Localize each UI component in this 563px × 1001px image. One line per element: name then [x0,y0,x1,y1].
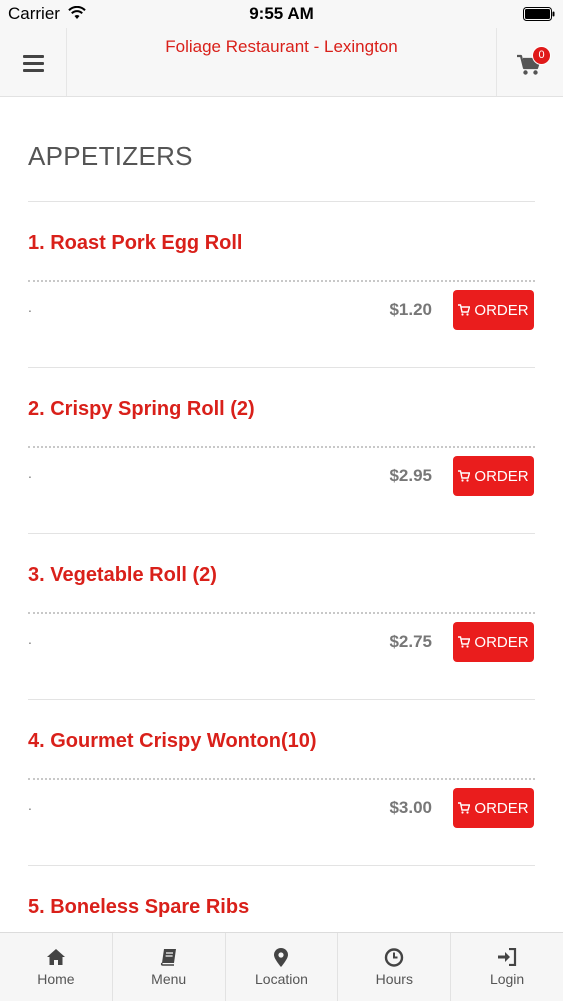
item-price: $3.00 [389,798,432,817]
login-icon [498,948,517,966]
section-title: APPETIZERS [28,141,193,171]
restaurant-title: Foliage Restaurant - Lexington [165,37,398,56]
item-price: $1.20 [389,300,432,319]
hamburger-menu-button[interactable] [0,28,67,96]
menu-item: 2. Crispy Spring Roll (2) . $2.95 ORDER [28,368,535,534]
menu-item: 3. Vegetable Roll (2) . $2.75 ORDER [28,534,535,700]
order-button[interactable]: ORDER [453,788,534,828]
nav-label: Menu [151,971,187,987]
item-description: . [28,797,32,813]
home-icon [46,949,65,965]
dotted-divider [28,612,535,614]
nav-login[interactable]: Login [451,933,563,1001]
nav-label: Hours [375,971,413,987]
order-button[interactable]: ORDER [453,622,534,662]
dotted-divider [28,446,535,448]
cart-icon [458,470,471,482]
cart-icon [458,636,471,648]
item-name[interactable]: 5. Boneless Spare Ribs [28,896,249,919]
item-name[interactable]: 2. Crispy Spring Roll (2) [28,398,255,421]
status-bar: Carrier 9:55 AM [0,0,563,28]
nav-menu[interactable]: Menu [113,933,226,1001]
hamburger-line-icon [23,62,44,65]
cart-icon [458,802,471,814]
cart-button[interactable]: 0 [496,28,563,96]
cart-count-badge: 0 [532,46,551,65]
item-price: $2.75 [389,632,432,651]
app-header: Foliage Restaurant - Lexington 0 [0,28,563,97]
order-label: ORDER [474,799,529,817]
dotted-divider [28,778,535,780]
menu-item: 5. Boneless Spare Ribs [28,866,535,932]
dotted-divider [28,280,535,282]
item-description: . [28,465,32,481]
clock-icon [385,948,404,967]
nav-home[interactable]: Home [0,933,113,1001]
item-price: $2.95 [389,466,432,485]
menu-item: 4. Gourmet Crispy Wonton(10) . $3.00 ORD… [28,700,535,866]
order-button[interactable]: ORDER [453,456,534,496]
nav-label: Home [37,971,75,987]
bottom-nav: Home Menu Location Hours Login [0,932,563,1001]
menu-content[interactable]: APPETIZERS 1. Roast Pork Egg Roll . $1.2… [0,97,563,932]
nav-location[interactable]: Location [226,933,339,1001]
nav-label: Location [255,971,308,987]
book-icon [160,949,176,966]
item-description: . [28,631,32,647]
cart-icon [458,304,471,316]
item-name[interactable]: 4. Gourmet Crispy Wonton(10) [28,730,317,753]
item-name[interactable]: 3. Vegetable Roll (2) [28,564,217,587]
item-description: . [28,299,32,315]
hamburger-line-icon [23,69,44,72]
hamburger-line-icon [23,55,44,58]
map-marker-icon [274,948,289,967]
menu-item: 1. Roast Pork Egg Roll . $1.20 ORDER [28,202,535,368]
status-time: 9:55 AM [249,4,314,23]
order-label: ORDER [474,467,529,485]
item-name[interactable]: 1. Roast Pork Egg Roll [28,232,242,255]
nav-hours[interactable]: Hours [338,933,452,1001]
order-button[interactable]: ORDER [453,290,534,330]
order-label: ORDER [474,633,529,651]
order-label: ORDER [474,301,529,319]
nav-label: Login [489,971,525,987]
battery-icon [523,7,555,21]
